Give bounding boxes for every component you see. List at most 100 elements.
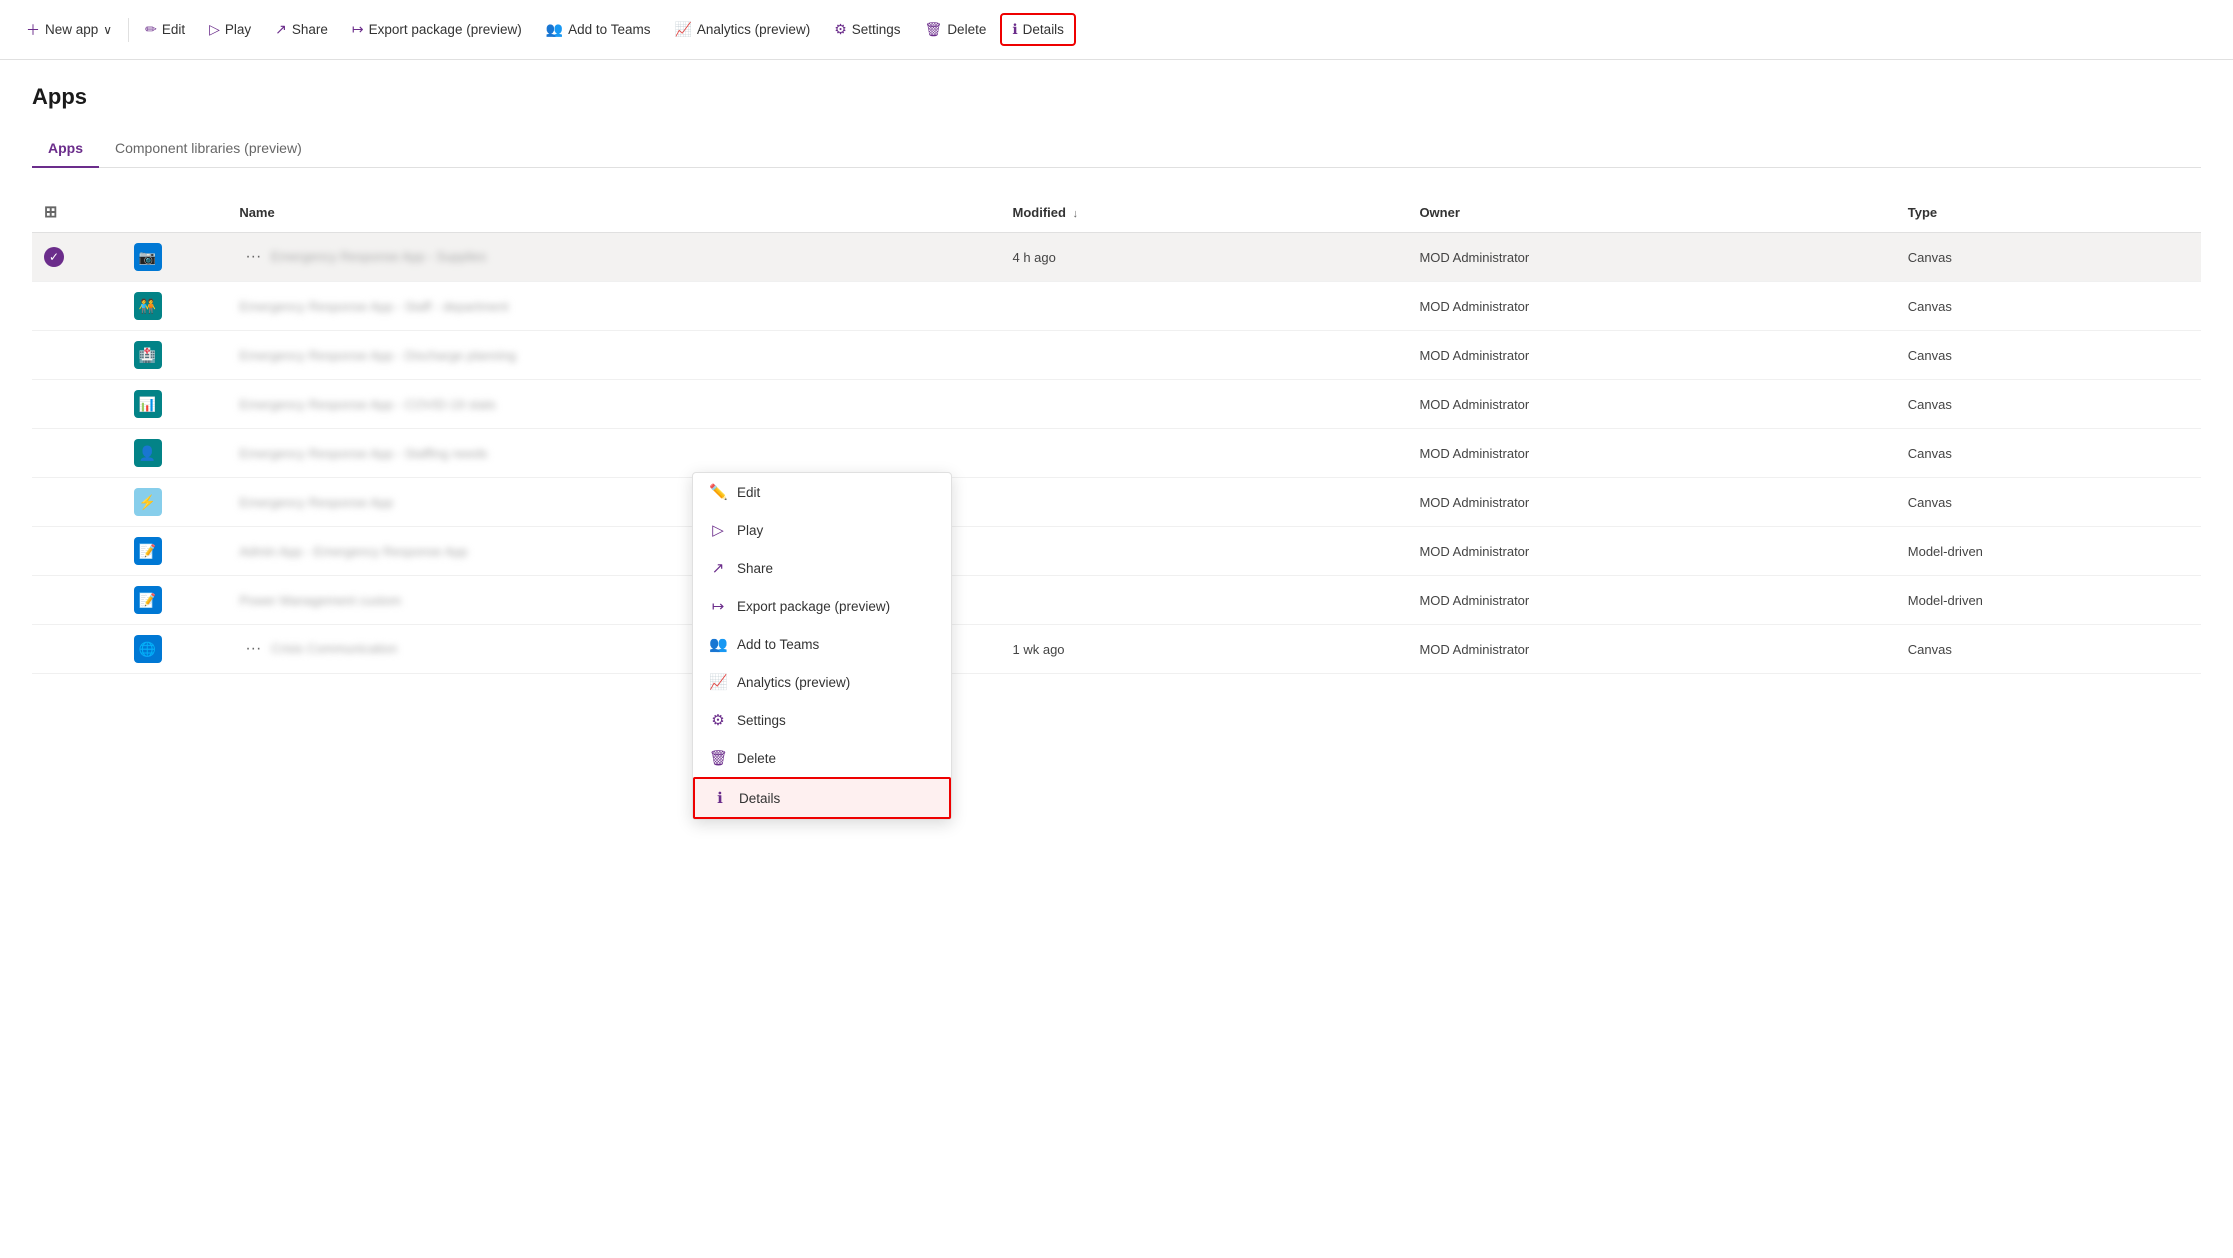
app-name-0: Emergency Response App - Supplies [271, 249, 486, 264]
row-icon-7: 📝 [122, 576, 228, 625]
row-type-3: Canvas [1896, 380, 2201, 429]
new-app-button[interactable]: ＋ New app ∨ [16, 14, 122, 46]
settings-button[interactable]: ⚙ Settings [824, 15, 910, 44]
menu-item-play[interactable]: ▷ Play [693, 511, 951, 549]
row-type-5: Canvas [1896, 478, 2201, 527]
col-header-owner[interactable]: Owner [1407, 192, 1895, 233]
table-row[interactable]: 🏥 Emergency Response App - Discharge pla… [32, 331, 2201, 380]
row-name-2[interactable]: Emergency Response App - Discharge plann… [227, 331, 1000, 380]
row-owner-8: MOD Administrator [1407, 625, 1895, 674]
more-button-0[interactable]: ··· [239, 246, 267, 268]
toolbar-divider-1 [128, 18, 129, 42]
row-check-1[interactable] [32, 282, 122, 331]
table-row[interactable]: 🧑‍🤝‍🧑 Emergency Response App - Staff - d… [32, 282, 2201, 331]
play-icon: ▷ [709, 521, 727, 539]
row-name-3[interactable]: Emergency Response App - COVID-19 stats [227, 380, 1000, 429]
row-name-1[interactable]: Emergency Response App - Staff - departm… [227, 282, 1000, 331]
delete-button[interactable]: 🗑 Delete [915, 15, 997, 44]
analytics-label: Analytics (preview) [737, 675, 850, 690]
share-button[interactable]: ↗ Share [265, 15, 338, 44]
col-header-modified[interactable]: Modified ↓ [1001, 192, 1408, 233]
settings-label: Settings [852, 22, 901, 37]
app-icon-1: 🧑‍🤝‍🧑 [134, 292, 162, 320]
play-label: Play [225, 22, 251, 37]
row-type-8: Canvas [1896, 625, 2201, 674]
col-header-name[interactable]: Name [227, 192, 1000, 233]
row-check-7[interactable] [32, 576, 122, 625]
settings-label: Settings [737, 713, 786, 728]
menu-item-edit[interactable]: ✏️ Edit [693, 473, 951, 511]
check-icon: ✓ [44, 247, 64, 267]
col-header-type[interactable]: Type [1896, 192, 2201, 233]
row-type-1: Canvas [1896, 282, 2201, 331]
app-name-7: Power Management custom [239, 593, 401, 608]
details-label: Details [1023, 22, 1064, 37]
table-row[interactable]: 📊 Emergency Response App - COVID-19 stat… [32, 380, 2201, 429]
details-button[interactable]: ℹ Details [1000, 13, 1076, 46]
delete-icon: 🗑 [925, 21, 943, 38]
table-row[interactable]: ✓ 📷 ··· Emergency Response App - Supplie… [32, 233, 2201, 282]
table-row[interactable]: 📝 Power Management custom MOD Administra… [32, 576, 2201, 625]
details-icon: ℹ [711, 789, 729, 807]
menu-item-analytics[interactable]: 📈 Analytics (preview) [693, 663, 951, 701]
menu-item-export[interactable]: ↦ Export package (preview) [693, 587, 951, 625]
add-to-teams-button[interactable]: 👥 Add to Teams [536, 15, 661, 44]
table-row[interactable]: 👤 Emergency Response App - Staffing need… [32, 429, 2201, 478]
row-icon-0: 📷 [122, 233, 228, 282]
row-type-4: Canvas [1896, 429, 2201, 478]
chevron-down-icon: ∨ [103, 23, 112, 37]
row-check-8[interactable] [32, 625, 122, 674]
export-label: Export package (preview) [737, 599, 890, 614]
gear-icon: ⚙ [834, 21, 847, 38]
app-name-4: Emergency Response App - Staffing needs [239, 446, 487, 461]
row-icon-6: 📝 [122, 527, 228, 576]
row-owner-2: MOD Administrator [1407, 331, 1895, 380]
row-check-5[interactable] [32, 478, 122, 527]
row-type-0: Canvas [1896, 233, 2201, 282]
row-owner-1: MOD Administrator [1407, 282, 1895, 331]
table-row[interactable]: ⚡ Emergency Response App MOD Administrat… [32, 478, 2201, 527]
edit-button[interactable]: ✏ Edit [135, 15, 195, 44]
edit-label: Edit [737, 485, 760, 500]
main-content: Apps Apps Component libraries (preview) … [0, 60, 2233, 698]
menu-item-share[interactable]: ↗ Share [693, 549, 951, 587]
menu-item-details[interactable]: ℹ Details [693, 777, 951, 819]
menu-item-settings[interactable]: ⚙ Settings [693, 701, 951, 739]
row-check-2[interactable] [32, 331, 122, 380]
app-icon-6: 📝 [134, 537, 162, 565]
add_to_teams-icon: 👥 [709, 635, 727, 653]
table-row[interactable]: 📝 Admin App - Emergency Response App MOD… [32, 527, 2201, 576]
share-label: Share [292, 22, 328, 37]
menu-item-delete[interactable]: 🗑 Delete [693, 739, 951, 777]
analytics-button[interactable]: 📈 Analytics (preview) [664, 15, 820, 44]
export-button[interactable]: ↦ Export package (preview) [342, 15, 532, 44]
analytics-icon: 📈 [674, 21, 691, 38]
row-name-4[interactable]: Emergency Response App - Staffing needs [227, 429, 1000, 478]
row-type-6: Model-driven [1896, 527, 2201, 576]
more-button-8[interactable]: ··· [239, 638, 267, 660]
app-icon-2: 🏥 [134, 341, 162, 369]
sort-arrow: ↓ [1073, 208, 1079, 220]
tabs-bar: Apps Component libraries (preview) [32, 130, 2201, 168]
row-name-0[interactable]: ··· Emergency Response App - Supplies [227, 233, 1000, 282]
delete-label: Delete [737, 751, 776, 766]
tab-component-libraries[interactable]: Component libraries (preview) [99, 130, 318, 168]
edit-label: Edit [162, 22, 185, 37]
col-header-icon [122, 192, 228, 233]
table-row[interactable]: 🌐 ··· Crisis Communication 1 wk ago MOD … [32, 625, 2201, 674]
analytics-label: Analytics (preview) [697, 22, 810, 37]
plus-icon: ＋ [26, 20, 40, 40]
app-icon-7: 📝 [134, 586, 162, 614]
play-label: Play [737, 523, 763, 538]
select-all-icon[interactable]: ⊞ [44, 204, 57, 221]
tab-apps[interactable]: Apps [32, 130, 99, 168]
row-check-0[interactable]: ✓ [32, 233, 122, 282]
app-icon-5: ⚡ [134, 488, 162, 516]
play-icon: ▷ [209, 21, 220, 38]
table-header-row: ⊞ Name Modified ↓ Owner Type [32, 192, 2201, 233]
row-check-3[interactable] [32, 380, 122, 429]
row-check-4[interactable] [32, 429, 122, 478]
menu-item-add_to_teams[interactable]: 👥 Add to Teams [693, 625, 951, 663]
row-check-6[interactable] [32, 527, 122, 576]
play-button[interactable]: ▷ Play [199, 15, 261, 44]
